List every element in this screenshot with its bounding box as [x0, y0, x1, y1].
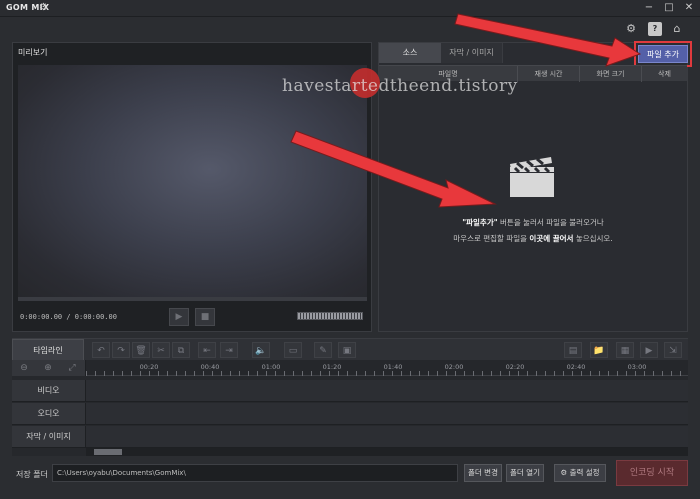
track-label-video: 비디오 [12, 380, 86, 402]
camera-icon[interactable]: ▶ [640, 342, 658, 358]
zoom-out-icon[interactable]: ⊖ [18, 362, 30, 374]
undo-icon[interactable]: ↶ [92, 342, 110, 358]
column-resolution[interactable]: 화면 크기 [579, 66, 641, 82]
ruler-tick-label: 02:20 [505, 363, 525, 371]
empty-hint-line2-bold: 이곳에 끌어서 [529, 234, 574, 243]
minimize-button[interactable]: − [640, 1, 658, 15]
save-project-icon[interactable]: ▤ [564, 342, 582, 358]
ruler-tick-label: 01:00 [261, 363, 281, 371]
zoom-controls: ⊖ ⊕ ⤢ [12, 360, 86, 376]
ruler-tick-label: 02:00 [444, 363, 464, 371]
preview-time: 0:00:00.00 / 0:00:00.00 [20, 313, 117, 321]
split-left-icon[interactable]: ⇤ [198, 342, 216, 358]
scrollbar-thumb[interactable] [94, 449, 122, 455]
title-bar: GOM MIX ⚙ − □ ✕ [0, 0, 700, 17]
encode-start-button[interactable]: 인코딩 시작 [616, 460, 688, 486]
tab-source[interactable]: 소스 [379, 43, 441, 63]
volume-slider[interactable] [297, 312, 363, 320]
preview-title: 미리보기 [18, 48, 48, 57]
preview-seek-bar[interactable] [18, 297, 367, 301]
ruler-tick-label: 02:40 [566, 363, 586, 371]
ruler-tick-label: 00:20 [139, 363, 159, 371]
track-subtitle[interactable] [86, 426, 688, 448]
output-settings-button[interactable]: ⚙ 출력 설정 [554, 464, 606, 482]
delete-icon[interactable]: 🗑 [132, 342, 150, 358]
ruler-tick-label: 01:40 [383, 363, 403, 371]
preview-screen [18, 65, 367, 297]
empty-hint-line2-pre: 마우스로 편집할 파일을 [453, 234, 530, 243]
timeline-area: ⊖ ⊕ ⤢ 00:20 00:40 01:00 01:20 01:40 02:0… [12, 360, 688, 456]
ruler-tick-label: 00:40 [200, 363, 220, 371]
mute-icon[interactable]: 🔈 [252, 342, 270, 358]
maximize-button[interactable]: □ [660, 1, 678, 15]
zoom-in-icon[interactable]: ⊕ [42, 362, 54, 374]
column-duration[interactable]: 재생 시간 [517, 66, 579, 82]
ruler-ticks [86, 371, 688, 376]
empty-hint-line1: "파일추가" 버튼을 눌러서 파일을 불러오거나 [379, 217, 687, 228]
track-label-subtitle: 자막 / 이미지 [12, 426, 86, 448]
redo-icon[interactable]: ↷ [112, 342, 130, 358]
add-file-button[interactable]: 파일 추가 [638, 45, 688, 63]
open-folder-button[interactable]: 폴더 열기 [506, 464, 544, 482]
crop-icon[interactable]: ⧉ [172, 342, 190, 358]
tab-subtitle-image[interactable]: 자막 / 이미지 [441, 43, 503, 63]
disk-icon[interactable]: ▦ [616, 342, 634, 358]
gear-icon[interactable]: ⚙ [39, 2, 48, 13]
change-folder-button[interactable]: 폴더 변경 [464, 464, 502, 482]
track-video[interactable] [86, 380, 688, 402]
track-label-audio: 오디오 [12, 403, 86, 425]
ruler-tick-label: 03:00 [627, 363, 647, 371]
gear-icon: ⚙ [560, 468, 570, 477]
effect-icon[interactable]: ▣ [338, 342, 356, 358]
clapperboard-icon [510, 157, 554, 197]
column-delete[interactable]: 삭제 [641, 66, 687, 82]
empty-hint-line2-post: 놓으십시오. [573, 234, 613, 243]
watermark-text: havestartedtheend.tistory [282, 76, 518, 96]
settings-gear-icon[interactable]: ⚙ [624, 22, 638, 36]
export-icon[interactable]: ⇲ [664, 342, 682, 358]
screen-icon[interactable]: ▭ [284, 342, 302, 358]
edit-icon[interactable]: ✎ [314, 342, 332, 358]
empty-hint-line2: 마우스로 편집할 파일을 이곳에 끌어서 놓으십시오. [379, 233, 687, 244]
save-folder-label: 저장 폴더 [16, 470, 48, 479]
empty-hint-line1-rest: 버튼을 눌러서 파일을 불러오거나 [497, 218, 604, 227]
home-icon[interactable]: ⌂ [670, 22, 684, 36]
cut-icon[interactable]: ✂ [152, 342, 170, 358]
stop-button[interactable]: ■ [195, 308, 215, 326]
timeline-tab[interactable]: 타임라인 [12, 339, 84, 361]
track-audio[interactable] [86, 403, 688, 425]
save-path-field[interactable]: C:\Users\oyabu\Documents\GomMix\ [52, 464, 458, 482]
help-icon[interactable]: ? [648, 22, 662, 36]
open-folder-icon[interactable]: 📁 [590, 342, 608, 358]
close-button[interactable]: ✕ [680, 1, 698, 15]
ruler-tick-label: 01:20 [322, 363, 342, 371]
output-settings-label: 출력 설정 [569, 468, 600, 477]
fit-icon[interactable]: ⤢ [66, 362, 78, 374]
play-button[interactable]: ▶ [169, 308, 189, 326]
timeline-scrollbar[interactable] [86, 448, 688, 456]
empty-hint-quote: "파일추가" [462, 218, 498, 227]
timeline-toolbar: 타임라인 ↶ ↷ 🗑 ✂ ⧉ ⇤ ⇥ 🔈 ▭ ✎ ▣ ▤ 📁 ▦ ▶ ⇲ [12, 338, 688, 361]
time-ruler[interactable]: 00:20 00:40 01:00 01:20 01:40 02:00 02:2… [86, 360, 688, 376]
split-right-icon[interactable]: ⇥ [220, 342, 238, 358]
